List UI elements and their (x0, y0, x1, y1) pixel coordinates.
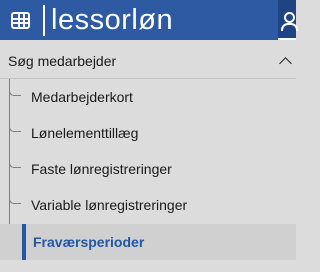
top-bar: lessorløn (0, 0, 298, 40)
section-toggle-search-employee[interactable]: Søg medarbejder (0, 44, 296, 78)
menu-item-fixed-pay-registrations[interactable]: Faste lønregistreringer (0, 151, 296, 187)
active-indicator (22, 224, 26, 260)
tree-elbow (9, 151, 21, 168)
menu-item-label: Faste lønregistreringer (31, 161, 172, 177)
menu-item-absence-periods[interactable]: Fraværsperioder (0, 224, 296, 260)
menu-item-variable-pay-registrations[interactable]: Variable lønregistreringer (0, 187, 296, 223)
menu-item-pay-element-supplement[interactable]: Lønelementtillæg (0, 115, 296, 151)
grid-icon (11, 12, 30, 29)
tree-elbow (9, 115, 21, 132)
menu-item-label: Variable lønregistreringer (31, 197, 188, 213)
menu-item-label: Medarbejderkort (31, 89, 133, 105)
menu-item-label: Lønelementtillæg (31, 125, 139, 141)
tree-elbow (9, 187, 21, 204)
tree-elbow (9, 79, 21, 96)
menu-item-label: Fraværsperioder (33, 234, 145, 250)
logo: lessorløn (51, 4, 174, 36)
user-menu-button[interactable] (278, 0, 298, 40)
logo-divider (43, 5, 45, 36)
section-title: Søg medarbejder (8, 53, 117, 69)
menu-item-employee-card[interactable]: Medarbejderkort (0, 79, 296, 115)
app-switcher-button[interactable] (8, 9, 34, 33)
